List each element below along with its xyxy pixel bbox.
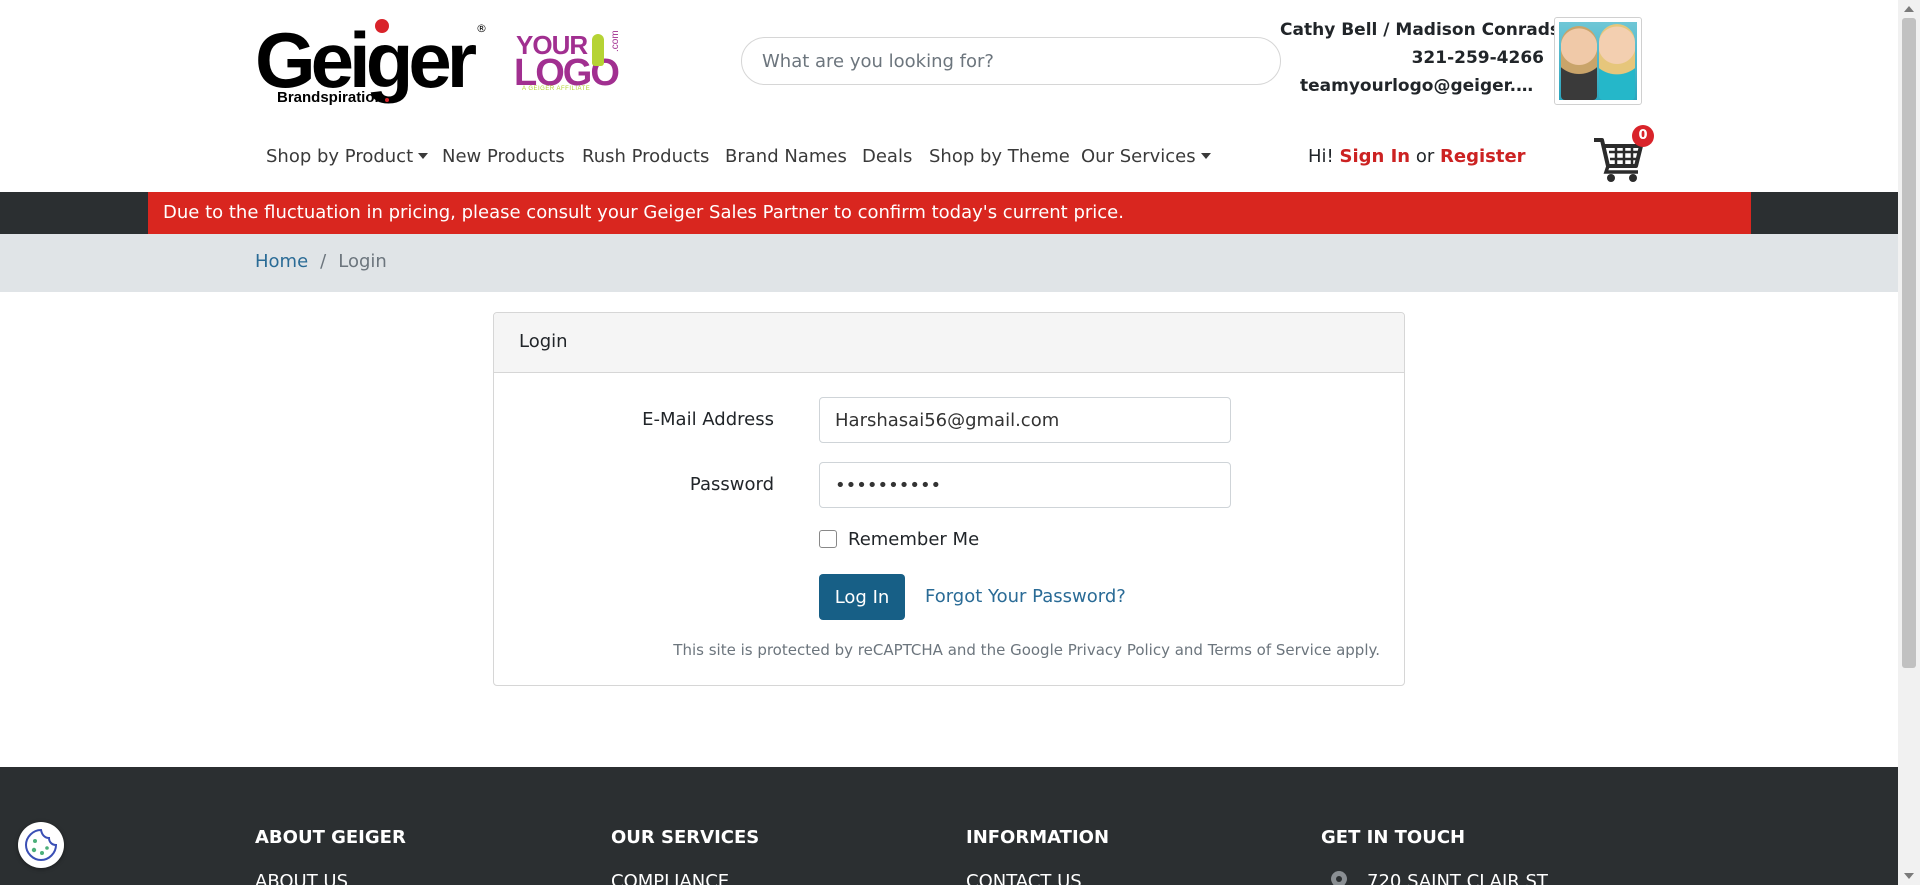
footer-link[interactable]: CONTACT US <box>966 871 1082 885</box>
caret-down-icon <box>1200 152 1211 159</box>
forgot-password-link[interactable]: Forgot Your Password? <box>925 586 1126 607</box>
password-field[interactable] <box>819 462 1231 508</box>
partner-logo[interactable]: YOUR LOGO .com A GEIGER AFFILIATE <box>514 30 629 100</box>
footer-heading: OUR SERVICES <box>611 827 760 848</box>
scroll-up-icon[interactable] <box>1904 6 1914 12</box>
footer-column-contact: GET IN TOUCH 720 SAINT CLAIR ST <box>1321 827 1548 885</box>
auth-links: Hi! Sign In or Register <box>1308 146 1526 167</box>
nav-new-products[interactable]: New Products <box>442 146 565 167</box>
auth-or: or <box>1415 146 1435 167</box>
logo-dot <box>375 19 389 33</box>
search-input[interactable] <box>741 37 1281 85</box>
footer-link[interactable]: ABOUT US <box>255 871 348 885</box>
email-field[interactable] <box>819 397 1231 443</box>
nav-brand-names[interactable]: Brand Names <box>725 146 847 167</box>
sign-in-link[interactable]: Sign In <box>1340 146 1411 167</box>
page: Geiger ® Brandspiration YOUR LOGO .com A… <box>0 0 1898 885</box>
registered-mark: ® <box>476 22 487 35</box>
auth-greeting: Hi! <box>1308 146 1334 167</box>
breadcrumb-separator: / <box>320 251 327 272</box>
partner-logo-affiliate: A GEIGER AFFILIATE <box>522 86 591 92</box>
sales-rep-email[interactable]: teamyourlogo@geiger.com <box>1300 76 1540 96</box>
login-card: Login E-Mail Address Password Remember M… <box>493 312 1405 686</box>
recaptcha-notice: This site is protected by reCAPTCHA and … <box>673 641 1380 659</box>
password-label: Password <box>689 474 774 495</box>
footer: ABOUT GEIGER ABOUT US OUR SERVICES COMPL… <box>0 767 1898 885</box>
footer-column-services: OUR SERVICES COMPLIANCE <box>611 827 760 885</box>
footer-heading: ABOUT GEIGER <box>255 827 406 848</box>
cookie-settings-button[interactable] <box>18 822 64 868</box>
footer-heading: GET IN TOUCH <box>1321 827 1466 848</box>
map-pin-icon <box>1331 871 1347 885</box>
login-card-header: Login <box>494 313 1404 373</box>
sales-rep-name: Cathy Bell / Madison Conrads <box>1280 20 1560 40</box>
cart-count-badge: 0 <box>1632 125 1654 147</box>
nav-rush-products[interactable]: Rush Products <box>582 146 709 167</box>
cookie-icon <box>24 828 58 862</box>
geiger-logo[interactable]: Geiger ® Brandspiration <box>255 16 487 108</box>
breadcrumb-home[interactable]: Home <box>255 251 308 272</box>
nav-our-services[interactable]: Our Services <box>1081 146 1211 167</box>
sales-rep-phone[interactable]: 321-259-4266 <box>1412 48 1544 68</box>
footer-link[interactable]: COMPLIANCE <box>611 871 729 885</box>
caret-down-icon <box>418 152 429 159</box>
scrollbar-thumb[interactable] <box>1902 18 1916 668</box>
breadcrumb-current: Login <box>338 251 387 272</box>
nav-shop-by-product[interactable]: Shop by Product <box>266 146 429 167</box>
login-title: Login <box>519 331 568 352</box>
partner-logo-suffix: .com <box>610 30 621 52</box>
footer-address: 720 SAINT CLAIR ST <box>1367 871 1548 885</box>
exclamation-icon <box>592 34 604 66</box>
breadcrumb: Home / Login <box>0 234 1898 292</box>
email-label: E-Mail Address <box>642 409 774 430</box>
remember-me-label[interactable]: Remember Me <box>848 529 979 550</box>
nav-deals[interactable]: Deals <box>862 146 912 167</box>
register-link[interactable]: Register <box>1440 146 1526 167</box>
footer-column-about: ABOUT GEIGER ABOUT US <box>255 827 406 885</box>
pricing-alert: Due to the fluctuation in pricing, pleas… <box>148 192 1751 234</box>
footer-heading: INFORMATION <box>966 827 1110 848</box>
footer-column-information: INFORMATION CONTACT US <box>966 827 1110 885</box>
page-scrollbar[interactable] <box>1898 0 1920 885</box>
remember-me-checkbox[interactable] <box>819 530 837 548</box>
logo-tagline: Brandspiration <box>277 89 389 106</box>
log-in-button[interactable]: Log In <box>819 574 905 620</box>
scroll-down-icon[interactable] <box>1904 873 1914 879</box>
sales-rep-photo <box>1554 17 1642 105</box>
nav-shop-by-theme[interactable]: Shop by Theme <box>929 146 1070 167</box>
